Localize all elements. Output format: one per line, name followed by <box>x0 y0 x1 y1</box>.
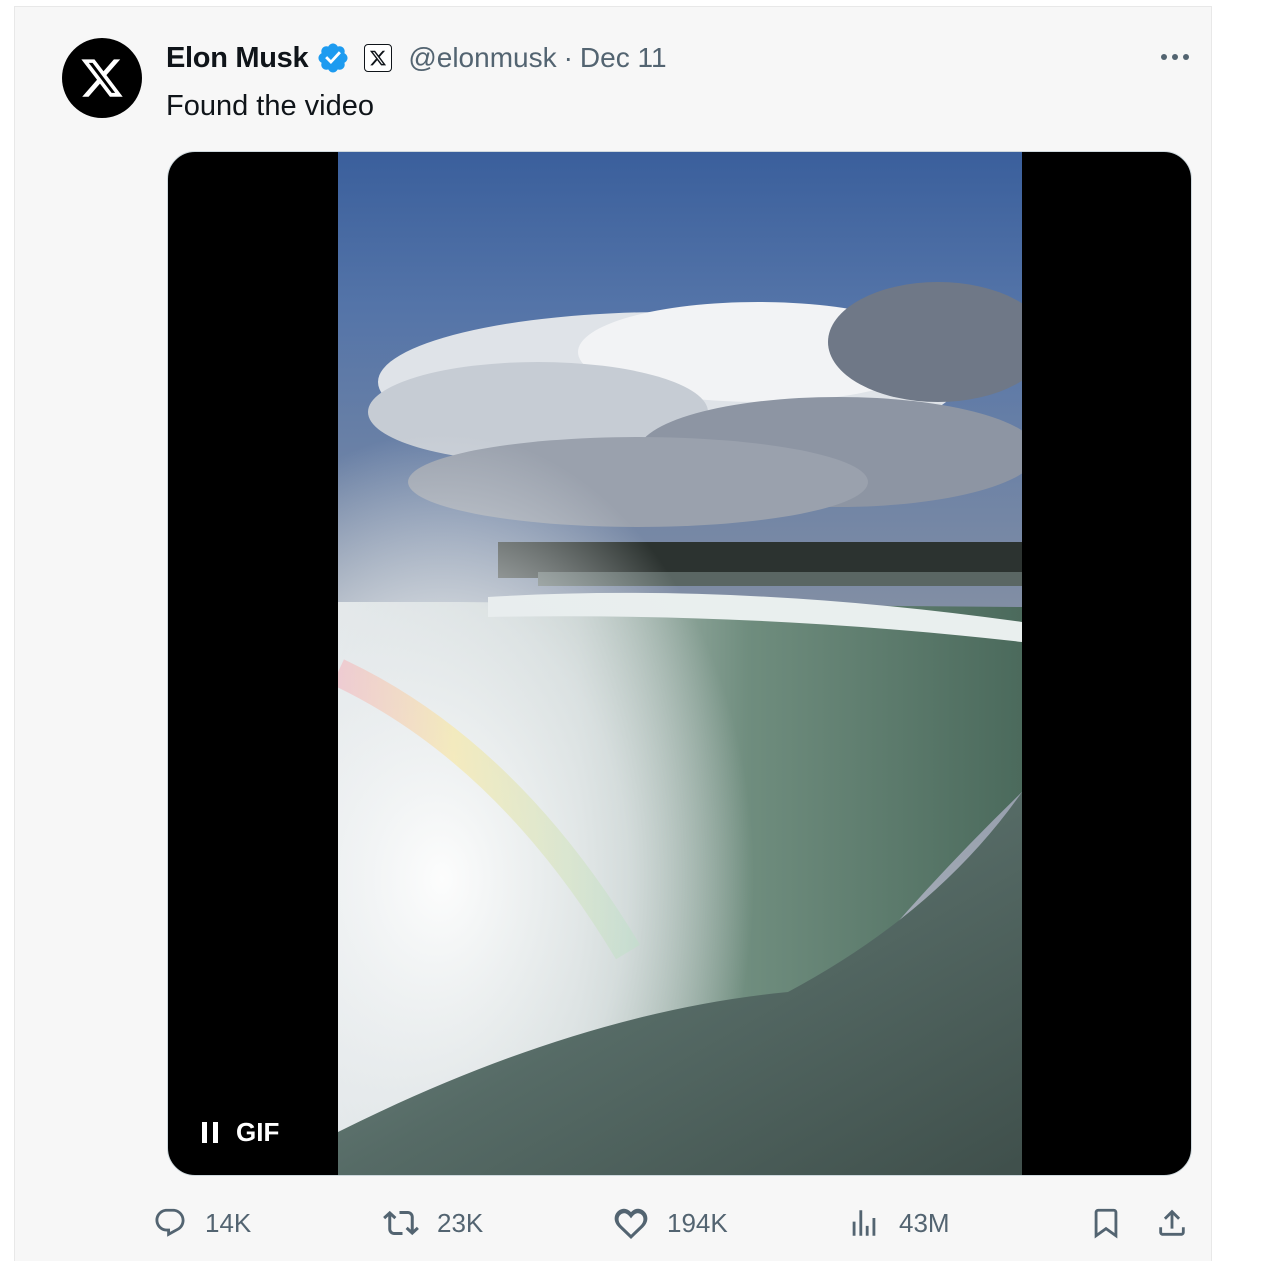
tweet-header: Elon Musk @elonmusk · Dec 11 <box>166 37 667 79</box>
views-button[interactable]: 43M <box>847 1203 950 1243</box>
reply-count: 14K <box>205 1207 252 1238</box>
reply-icon <box>155 1208 185 1237</box>
more-dots-icon <box>1161 54 1189 60</box>
heart-icon <box>614 1208 648 1239</box>
pause-icon[interactable] <box>202 1121 218 1143</box>
verified-badge-icon <box>316 41 350 75</box>
affiliate-x-badge-icon[interactable] <box>364 44 393 72</box>
views-count: 43M <box>899 1207 950 1238</box>
waterfall-image <box>338 152 1022 1175</box>
gif-badge[interactable]: GIF <box>202 1112 279 1152</box>
repost-count: 23K <box>437 1207 484 1238</box>
tweet-actions: 14K 23K 194K 43M <box>15 1203 1211 1243</box>
author-name[interactable]: Elon Musk <box>166 42 309 75</box>
tweet-date[interactable]: Dec 11 <box>580 42 667 74</box>
like-count: 194K <box>667 1207 728 1238</box>
repost-button[interactable]: 23K <box>383 1203 483 1243</box>
tweet-card[interactable]: Elon Musk @elonmusk · Dec 11 Found the v… <box>14 6 1212 1261</box>
bookmark-icon <box>1094 1208 1118 1239</box>
more-options-button[interactable] <box>1155 45 1195 69</box>
header-separator: · <box>563 42 573 73</box>
gif-media[interactable]: GIF <box>167 151 1192 1176</box>
reply-button[interactable]: 14K <box>153 1203 251 1243</box>
author-handle[interactable]: @elonmusk <box>408 42 556 74</box>
bookmark-button[interactable] <box>1089 1203 1123 1243</box>
share-button[interactable] <box>1155 1203 1189 1243</box>
like-button[interactable]: 194K <box>613 1203 728 1243</box>
avatar[interactable] <box>62 38 142 118</box>
views-chart-icon <box>852 1210 876 1236</box>
tweet-text: Found the video <box>166 90 374 122</box>
repost-icon <box>383 1210 419 1236</box>
x-logo-icon <box>81 59 123 97</box>
gif-label: GIF <box>236 1116 280 1147</box>
share-icon <box>1159 1209 1185 1236</box>
